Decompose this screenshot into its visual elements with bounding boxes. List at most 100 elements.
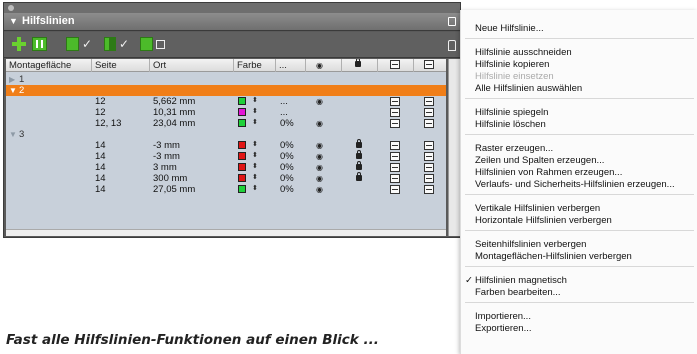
color-stepper-icon[interactable]: ⬍ xyxy=(252,183,258,194)
color-swatch[interactable] xyxy=(238,185,246,193)
guide-row[interactable]: 14 -3 mm ⬍ 0% ◉ xyxy=(6,139,446,151)
guide-row[interactable]: 14 -3 mm ⬍ 0% ◉ xyxy=(6,150,446,162)
eye-icon[interactable]: ◉ xyxy=(316,162,323,173)
group-row[interactable]: ▼ 3 xyxy=(6,129,446,140)
eye-icon[interactable]: ◉ xyxy=(316,151,323,162)
menu-item[interactable]: Alle Hilfslinien auswählen xyxy=(475,83,582,95)
horizontal-guides-icon[interactable] xyxy=(66,37,79,51)
color-swatch[interactable] xyxy=(238,97,246,105)
guide-page: 14 xyxy=(95,173,106,184)
view-icon[interactable] xyxy=(390,152,400,161)
color-stepper-icon[interactable]: ⬍ xyxy=(252,117,258,128)
expand-triangle-icon[interactable]: ▼ xyxy=(9,85,17,96)
menu-item[interactable]: Hilfslinie löschen xyxy=(475,119,546,131)
column-header-lock[interactable] xyxy=(342,59,378,72)
menu-item[interactable]: Hilfslinie spiegeln xyxy=(475,107,548,119)
vertical-scrollbar[interactable] xyxy=(448,59,460,236)
color-swatch[interactable] xyxy=(238,141,246,149)
column-header-more[interactable]: ... xyxy=(276,59,306,72)
view-icon[interactable] xyxy=(390,108,400,117)
palette-menu-icon[interactable] xyxy=(448,17,456,26)
menu-item[interactable]: Vertikale Hilfslinien verbergen xyxy=(475,203,600,215)
eye-icon[interactable]: ◉ xyxy=(316,118,323,129)
guide-row[interactable]: 12 10,31 mm ⬍... xyxy=(6,107,446,118)
menu-item[interactable]: Horizontale Hilfslinien verbergen xyxy=(475,215,612,227)
snap-icon[interactable] xyxy=(424,108,434,117)
eye-icon[interactable]: ◉ xyxy=(316,173,323,184)
view-icon[interactable] xyxy=(390,174,400,183)
color-swatch[interactable] xyxy=(238,152,246,160)
snap-icon[interactable] xyxy=(424,174,434,183)
column-header-position[interactable]: Ort xyxy=(150,59,234,72)
color-swatch[interactable] xyxy=(238,163,246,171)
horizontal-scrollbar[interactable] xyxy=(6,229,446,236)
menu-item[interactable]: Importieren... xyxy=(475,311,531,323)
color-swatch[interactable] xyxy=(238,108,246,116)
snap-guides-icon[interactable] xyxy=(140,37,153,51)
color-stepper-icon[interactable]: ⬍ xyxy=(252,139,258,150)
guide-row[interactable]: 12 5,662 mm ⬍... ◉ xyxy=(6,96,446,107)
guide-row[interactable]: 12, 13 23,04 mm ⬍ 0% ◉ xyxy=(6,118,446,129)
color-stepper-icon[interactable]: ⬍ xyxy=(252,150,258,161)
guide-percent: ... xyxy=(280,96,288,107)
column-header-spread[interactable]: Montagefläche xyxy=(6,59,92,72)
collapse-triangle-icon[interactable]: ▼ xyxy=(9,13,18,30)
view-icon[interactable] xyxy=(390,185,400,194)
menu-item[interactable]: Hilfslinie ausschneiden xyxy=(475,47,572,59)
view-icon[interactable] xyxy=(390,97,400,106)
column-header-visibility[interactable]: ◉ xyxy=(306,59,342,72)
guide-page: 14 xyxy=(95,184,106,195)
group-row[interactable]: ▶ 1 xyxy=(6,74,446,85)
menu-separator xyxy=(465,38,694,39)
eye-icon[interactable]: ◉ xyxy=(316,96,323,107)
menu-item[interactable]: Exportieren... xyxy=(475,323,532,335)
snap-icon[interactable] xyxy=(424,119,434,128)
close-icon[interactable] xyxy=(8,5,14,11)
guide-row[interactable]: 14 3 mm ⬍ 0% ◉ xyxy=(6,161,446,173)
menu-item[interactable]: Hilfslinie kopieren xyxy=(475,59,549,71)
menu-item[interactable]: Seitenhilfslinien verbergen xyxy=(475,239,586,251)
menu-item[interactable]: Verlaufs- und Sicherheits-Hilfslinien er… xyxy=(475,179,675,191)
snap-icon[interactable] xyxy=(424,141,434,150)
expand-triangle-icon[interactable]: ▼ xyxy=(9,129,17,140)
color-swatch[interactable] xyxy=(238,174,246,182)
lock-icon[interactable] xyxy=(356,150,362,159)
lock-icon[interactable] xyxy=(448,40,456,51)
menu-item[interactable]: Hilfslinien von Rahmen erzeugen... xyxy=(475,167,622,179)
column-header-color[interactable]: Farbe xyxy=(234,59,276,72)
color-stepper-icon[interactable]: ⬍ xyxy=(252,106,258,117)
view-icon[interactable] xyxy=(390,141,400,150)
snap-icon[interactable] xyxy=(424,97,434,106)
column-header-view[interactable] xyxy=(378,59,414,72)
lock-icon[interactable] xyxy=(356,161,362,170)
view-icon[interactable] xyxy=(390,119,400,128)
snap-checkbox[interactable] xyxy=(156,40,165,49)
lock-icon[interactable] xyxy=(356,139,362,148)
color-stepper-icon[interactable]: ⬍ xyxy=(252,172,258,183)
menu-item[interactable]: Farben bearbeiten... xyxy=(475,287,561,299)
menu-item[interactable]: Neue Hilfslinie... xyxy=(475,23,544,35)
guide-row[interactable]: 14 27,05 mm ⬍ 0% ◉ xyxy=(6,184,446,195)
color-swatch[interactable] xyxy=(238,119,246,127)
lock-icon[interactable] xyxy=(356,172,362,181)
add-guide-icon[interactable] xyxy=(12,37,26,51)
group-row[interactable]: ▼ 2 xyxy=(6,85,446,96)
snap-icon[interactable] xyxy=(424,185,434,194)
snap-icon[interactable] xyxy=(424,152,434,161)
menu-item[interactable]: Raster erzeugen... xyxy=(475,143,553,155)
snap-icon[interactable] xyxy=(424,163,434,172)
eye-icon[interactable]: ◉ xyxy=(316,184,323,195)
eye-icon[interactable]: ◉ xyxy=(316,140,323,151)
menu-item[interactable]: Montageflächen-Hilfslinien verbergen xyxy=(475,251,632,263)
view-icon[interactable] xyxy=(390,163,400,172)
distribute-guides-icon[interactable] xyxy=(32,37,47,51)
menu-item[interactable]: ✓ Hilfslinien magnetisch xyxy=(465,275,567,287)
color-stepper-icon[interactable]: ⬍ xyxy=(252,161,258,172)
guide-row[interactable]: 14 300 mm ⬍ 0% ◉ xyxy=(6,172,446,184)
menu-item[interactable]: Zeilen und Spalten erzeugen... xyxy=(475,155,604,167)
palette-titlebar[interactable]: ▼ Hilfslinien xyxy=(4,13,460,31)
collapse-triangle-icon[interactable]: ▶ xyxy=(9,74,15,85)
color-stepper-icon[interactable]: ⬍ xyxy=(252,95,258,106)
column-header-snap[interactable] xyxy=(414,59,446,72)
column-header-page[interactable]: Seite xyxy=(92,59,150,72)
